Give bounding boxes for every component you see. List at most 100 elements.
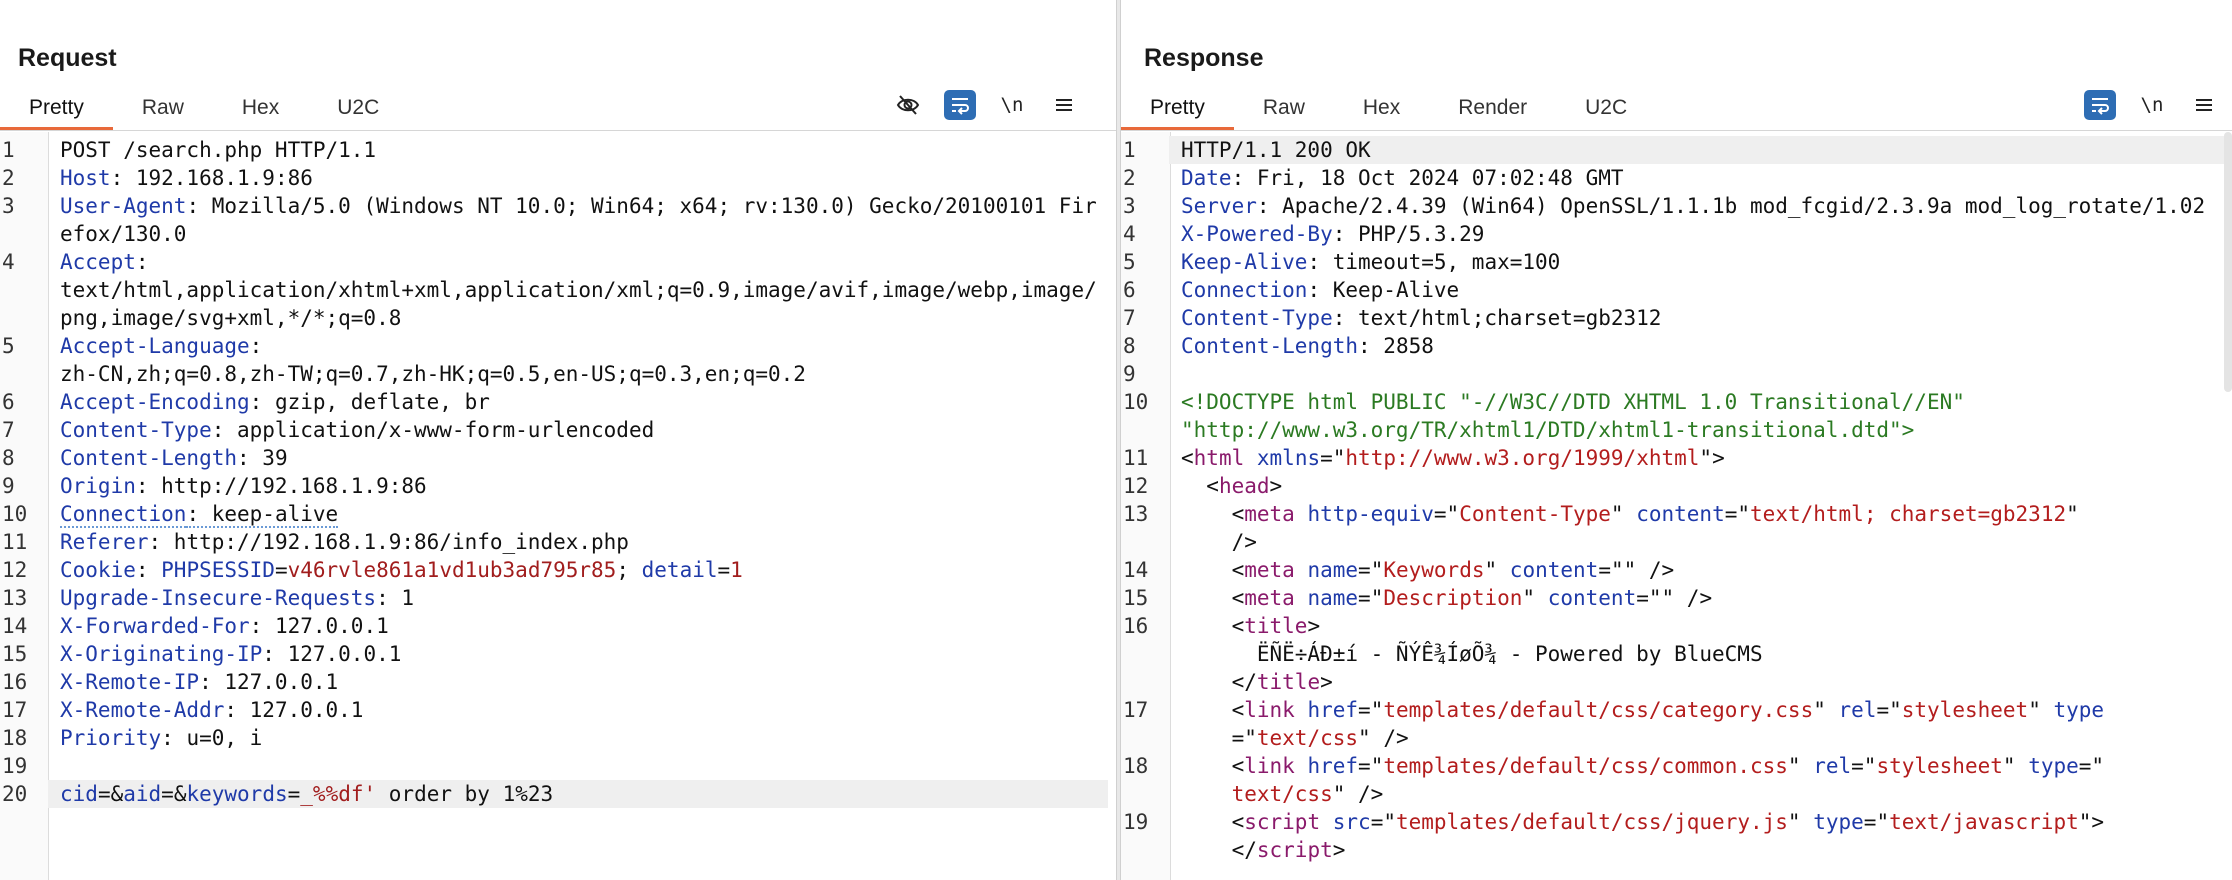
line-text: Host: 192.168.1.9:86 bbox=[60, 166, 313, 190]
line-number: 17 bbox=[1123, 698, 1149, 722]
code-line: 15 <meta name="Description" content="" /… bbox=[1121, 584, 2224, 612]
line-number: 7 bbox=[1123, 306, 1136, 330]
hide-headers-button[interactable] bbox=[892, 90, 924, 120]
line-text: Priority: u=0, i bbox=[60, 726, 263, 750]
response-title: Response bbox=[1144, 44, 1264, 72]
code-line: 20 cid=&aid=&keywords=_%%df' order by 1%2… bbox=[0, 780, 1108, 808]
line-number: 12 bbox=[2, 558, 28, 582]
code-line: 6 Connection: Keep-Alive bbox=[1121, 276, 2224, 304]
line-text: <script src="templates/default/css/jquer… bbox=[1181, 810, 2105, 862]
line-text: X-Powered-By: PHP/5.3.29 bbox=[1181, 222, 1485, 246]
code-line: 6 Accept-Encoding: gzip, deflate, br bbox=[0, 388, 1108, 416]
request-tab-u2c[interactable]: U2C bbox=[308, 88, 408, 130]
code-line: 17 <link href="templates/default/css/cat… bbox=[1121, 696, 2224, 752]
line-number: 12 bbox=[1123, 474, 1149, 498]
line-number: 4 bbox=[1123, 222, 1136, 246]
line-text: Content-Length: 39 bbox=[60, 446, 288, 470]
code-line: 19 <script src="templates/default/css/jq… bbox=[1121, 808, 2224, 864]
line-number: 16 bbox=[2, 670, 28, 694]
line-text: Date: Fri, 18 Oct 2024 07:02:48 GMT bbox=[1181, 166, 1624, 190]
code-line: 19 bbox=[0, 752, 1108, 780]
response-newline-button[interactable]: \n bbox=[2136, 90, 2168, 120]
response-tab-hex[interactable]: Hex bbox=[1334, 88, 1429, 130]
request-tab-raw[interactable]: Raw bbox=[113, 88, 213, 130]
line-text: <meta http-equiv="Content-Type" content=… bbox=[1181, 502, 2079, 554]
line-text: cid=&aid=&keywords=_%%df' order by 1%23 bbox=[48, 780, 1108, 808]
line-text: Origin: http://192.168.1.9:86 bbox=[60, 474, 427, 498]
code-line: 11 Referer: http://192.168.1.9:86/info_in… bbox=[0, 528, 1108, 556]
response-tab-raw[interactable]: Raw bbox=[1234, 88, 1334, 130]
response-tab-render[interactable]: Render bbox=[1429, 88, 1556, 130]
code-line: 3 User-Agent: Mozilla/5.0 (Windows NT 10.… bbox=[0, 192, 1108, 248]
line-number: 2 bbox=[1123, 166, 1136, 190]
code-line: 13 <meta http-equiv="Content-Type" conte… bbox=[1121, 500, 2224, 556]
code-line: 16 <title> ËÑË÷ÁÐ±í - ÑÝÊ¾ÍøÕ¾ - Powered… bbox=[1121, 612, 2224, 696]
code-line: 11 <html xmlns="http://www.w3.org/1999/xh… bbox=[1121, 444, 2224, 472]
word-wrap-icon bbox=[952, 98, 969, 115]
response-tab-divider bbox=[1121, 130, 2232, 131]
line-number: 1 bbox=[2, 138, 15, 162]
code-line: 12 <head> bbox=[1121, 472, 2224, 500]
line-number: 7 bbox=[2, 418, 15, 442]
line-text: X-Remote-Addr: 127.0.0.1 bbox=[60, 698, 364, 722]
line-text: HTTP/1.1 200 OK bbox=[1169, 136, 2224, 164]
line-number: 11 bbox=[1123, 446, 1149, 470]
line-number: 8 bbox=[1123, 334, 1136, 358]
code-line: 14 X-Forwarded-For: 127.0.0.1 bbox=[0, 612, 1108, 640]
request-newline-button[interactable]: \n bbox=[996, 90, 1028, 120]
code-line: 5 Keep-Alive: timeout=5, max=100 bbox=[1121, 248, 2224, 276]
menu-icon bbox=[1056, 99, 1072, 111]
line-text: Connection: keep-alive bbox=[60, 502, 339, 528]
line-text: User-Agent: Mozilla/5.0 (Windows NT 10.0… bbox=[60, 194, 1097, 246]
response-toolbar: \n bbox=[2084, 90, 2220, 120]
line-number: 10 bbox=[2, 502, 28, 526]
line-text: <!DOCTYPE html PUBLIC "-//W3C//DTD XHTML… bbox=[1181, 390, 1965, 442]
response-tab-u2c[interactable]: U2C bbox=[1556, 88, 1656, 130]
line-number: 20 bbox=[2, 782, 28, 806]
request-editor[interactable]: 1 POST /search.php HTTP/1.1 2 Host: 192.168… bbox=[0, 132, 1116, 880]
request-title: Request bbox=[18, 44, 117, 72]
line-number: 18 bbox=[2, 726, 28, 750]
line-text: X-Forwarded-For: 127.0.0.1 bbox=[60, 614, 389, 638]
code-line: 7 Content-Type: text/html;charset=gb2312 bbox=[1121, 304, 2224, 332]
code-line: 2 Date: Fri, 18 Oct 2024 07:02:48 GMT bbox=[1121, 164, 2224, 192]
response-word-wrap-button[interactable] bbox=[2084, 90, 2116, 120]
request-word-wrap-button[interactable] bbox=[944, 90, 976, 120]
code-line: 5 Accept-Language: zh-CN,zh;q=0.8,zh-TW;q… bbox=[0, 332, 1108, 388]
code-line: 1 HTTP/1.1 200 OK bbox=[1121, 136, 2224, 164]
response-menu-button[interactable] bbox=[2188, 90, 2220, 120]
response-editor[interactable]: 1 HTTP/1.1 200 OK 2 Date: Fri, 18 Oct 2024 … bbox=[1121, 132, 2232, 880]
line-number: 17 bbox=[2, 698, 28, 722]
request-tab-pretty[interactable]: Pretty bbox=[0, 88, 113, 130]
code-line: 10 <!DOCTYPE html PUBLIC "-//W3C//DTD XHT… bbox=[1121, 388, 2224, 444]
request-tabs: Pretty Raw Hex U2C bbox=[0, 88, 408, 130]
line-number: 16 bbox=[1123, 614, 1149, 638]
code-line: 9 Origin: http://192.168.1.9:86 bbox=[0, 472, 1108, 500]
line-text: Server: Apache/2.4.39 (Win64) OpenSSL/1.… bbox=[1181, 194, 2206, 218]
line-number: 14 bbox=[2, 614, 28, 638]
line-number: 13 bbox=[1123, 502, 1149, 526]
request-menu-button[interactable] bbox=[1048, 90, 1080, 120]
word-wrap-icon bbox=[2092, 98, 2109, 115]
line-text: POST /search.php HTTP/1.1 bbox=[60, 138, 377, 162]
request-tab-hex[interactable]: Hex bbox=[213, 88, 308, 130]
code-line: 2 Host: 192.168.1.9:86 bbox=[0, 164, 1108, 192]
line-number: 14 bbox=[1123, 558, 1149, 582]
eye-off-icon bbox=[896, 95, 920, 115]
line-number: 15 bbox=[1123, 586, 1149, 610]
response-scrollbar[interactable] bbox=[2224, 132, 2232, 392]
line-number: 5 bbox=[2, 334, 15, 358]
request-toolbar: \n bbox=[892, 90, 1080, 120]
line-number: 6 bbox=[2, 390, 15, 414]
line-number: 2 bbox=[2, 166, 15, 190]
response-tab-pretty[interactable]: Pretty bbox=[1121, 88, 1234, 130]
line-number: 1 bbox=[1123, 138, 1136, 162]
code-line: 16 X-Remote-IP: 127.0.0.1 bbox=[0, 668, 1108, 696]
code-line: 14 <meta name="Keywords" content="" /> bbox=[1121, 556, 2224, 584]
line-text: Accept-Language: zh-CN,zh;q=0.8,zh-TW;q=… bbox=[60, 334, 806, 386]
line-text: Content-Length: 2858 bbox=[1181, 334, 1434, 358]
line-text: <meta name="Keywords" content="" /> bbox=[1181, 558, 1675, 582]
line-text: <title> ËÑË÷ÁÐ±í - ÑÝÊ¾ÍøÕ¾ - Powered by… bbox=[1181, 614, 1763, 694]
response-tabs: Pretty Raw Hex Render U2C bbox=[1121, 88, 1656, 130]
line-number: 5 bbox=[1123, 250, 1136, 274]
